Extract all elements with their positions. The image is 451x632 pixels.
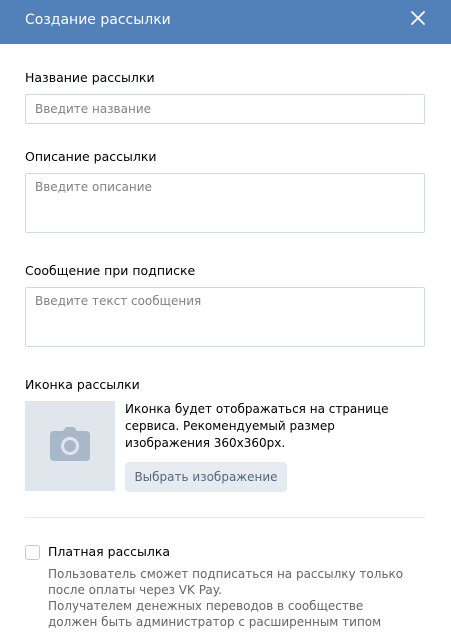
choose-image-button[interactable]: Выбрать изображение [125,462,287,492]
divider [25,517,425,518]
create-newsletter-modal: Создание рассылки Название рассылки Опис… [0,0,451,632]
icon-description: Иконка будет отображаться на странице се… [125,402,389,450]
name-label: Название рассылки [25,70,155,85]
paid-description: Пользователь сможет подписаться на рассы… [48,566,408,632]
icon-placeholder[interactable] [25,401,115,491]
description-textarea[interactable] [25,173,425,233]
description-label: Описание рассылки [25,149,157,164]
modal-title: Создание рассылки [25,12,171,28]
paid-label[interactable]: Платная рассылка [48,544,170,560]
subscribe-message-textarea[interactable] [25,287,425,347]
paid-description-line2: Получателем денежных переводов в сообщес… [48,599,382,632]
icon-label: Иконка рассылки [25,377,140,392]
close-icon[interactable] [406,6,430,30]
paid-checkbox[interactable] [25,545,40,560]
name-input[interactable] [25,94,425,124]
paid-description-line1: Пользователь сможет подписаться на рассы… [48,567,404,597]
camera-icon [50,427,90,465]
modal-header: Создание рассылки [0,0,451,44]
subscribe-message-label: Сообщение при подписке [25,263,196,278]
